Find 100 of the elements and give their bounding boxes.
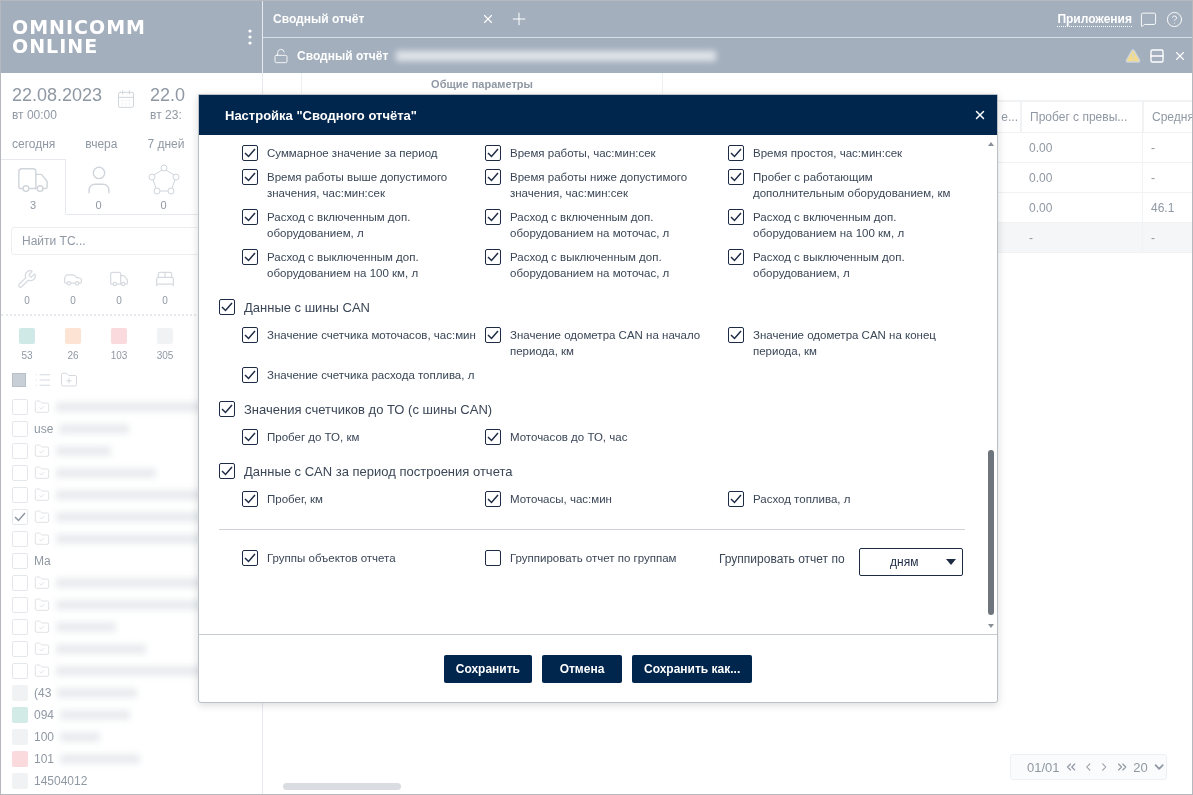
option-label[interactable]: Расход с выключенным доп. оборудованием, л bbox=[753, 249, 958, 281]
checkbox[interactable] bbox=[242, 209, 258, 225]
help-icon[interactable] bbox=[1166, 10, 1183, 28]
list-icon[interactable] bbox=[34, 371, 52, 389]
option-label[interactable]: Пробег с работающим дополнительным оборудованием, км bbox=[753, 169, 958, 201]
wrench-icon bbox=[17, 269, 37, 289]
checkbox[interactable] bbox=[242, 145, 258, 161]
folder-icon bbox=[34, 443, 50, 459]
checkbox[interactable] bbox=[485, 429, 501, 445]
group-label[interactable]: Данные с CAN за период построения отчета bbox=[244, 463, 513, 479]
color-swatch[interactable] bbox=[111, 328, 127, 344]
folder-icon bbox=[34, 465, 50, 481]
checkbox[interactable] bbox=[485, 209, 501, 225]
checkbox[interactable] bbox=[728, 491, 744, 507]
option-label[interactable]: Группировать отчет по группам bbox=[510, 550, 719, 566]
folder-icon bbox=[34, 641, 50, 657]
group-label[interactable]: Значения счетчиков до ТО (с шины CAN) bbox=[244, 401, 493, 417]
checkbox[interactable] bbox=[485, 550, 501, 566]
option-label[interactable]: Время работы выше допустимого значения, час:мин:сек bbox=[267, 169, 485, 201]
dialog-button[interactable]: Сохранить bbox=[443, 654, 532, 683]
table-cell: - bbox=[1021, 223, 1143, 253]
option-label[interactable]: Значение счетчика моточасов, час:мин bbox=[267, 327, 485, 343]
checkbox[interactable] bbox=[242, 550, 258, 566]
option-label[interactable]: Пробег до ТО, км bbox=[267, 429, 485, 445]
checkbox[interactable] bbox=[219, 463, 235, 479]
checkbox[interactable] bbox=[242, 491, 258, 507]
color-swatch[interactable] bbox=[65, 328, 81, 344]
dialog-button[interactable]: Отмена bbox=[542, 654, 622, 683]
option-label[interactable]: Расход с включенным доп. оборудованием на 100 км, л bbox=[753, 209, 958, 241]
group-by-label: Группировать отчет по bbox=[719, 551, 846, 566]
checkbox[interactable] bbox=[485, 145, 501, 161]
option-label[interactable]: Расход с включенным доп. оборудованием, л bbox=[267, 209, 485, 241]
option-label[interactable]: Время работы ниже допустимого значения, час:мин:сек bbox=[510, 169, 728, 201]
folder-icon bbox=[34, 399, 50, 415]
checkbox[interactable] bbox=[728, 249, 744, 265]
more-icon[interactable] bbox=[248, 29, 252, 45]
report-title: Сводный отчёт bbox=[297, 48, 389, 63]
checkbox[interactable] bbox=[485, 169, 501, 185]
option-label[interactable]: Расход с выключенным доп. оборудованием на моточас, л bbox=[510, 249, 728, 281]
option-label[interactable]: Моточасов до ТО, час bbox=[510, 429, 728, 445]
dialog-button[interactable]: Сохранить как... bbox=[632, 654, 753, 683]
option-label[interactable]: Расход с включенным доп. оборудованием на моточас, л bbox=[510, 209, 728, 241]
table-cell: 0.00 bbox=[1021, 193, 1143, 223]
checkbox[interactable] bbox=[728, 327, 744, 343]
option-label[interactable]: Расход топлива, л bbox=[753, 491, 958, 507]
option-label[interactable]: Время работы, час:мин:сек bbox=[510, 145, 728, 161]
close-icon[interactable] bbox=[973, 108, 987, 122]
checkbox[interactable] bbox=[219, 401, 235, 417]
checkbox[interactable] bbox=[242, 367, 258, 383]
checkbox[interactable] bbox=[242, 429, 258, 445]
option-label[interactable]: Время простоя, час:мин:сек bbox=[753, 145, 958, 161]
status-count: 0 bbox=[70, 295, 76, 306]
folder-icon bbox=[34, 619, 50, 635]
node-ring-icon bbox=[146, 162, 181, 197]
tab-count: 3 bbox=[29, 199, 37, 211]
folder-icon bbox=[34, 487, 50, 503]
status-count: 0 bbox=[162, 295, 168, 306]
checkbox[interactable] bbox=[485, 249, 501, 265]
option-label[interactable]: Значение одометра CAN на начало периода, км bbox=[510, 327, 728, 359]
warning-icon[interactable] bbox=[1125, 47, 1141, 64]
select-all-checkbox[interactable] bbox=[12, 373, 26, 387]
option-label[interactable]: Группы объектов отчета bbox=[267, 550, 485, 566]
unlock-icon[interactable] bbox=[273, 47, 289, 64]
table-cell: 0.00 bbox=[1021, 163, 1143, 193]
logo: OMNICOMM ONLINE bbox=[12, 18, 146, 56]
time-to: вт 23: bbox=[150, 108, 183, 122]
folder-icon bbox=[34, 531, 50, 547]
status-count: 0 bbox=[116, 295, 122, 306]
option-label[interactable]: Суммарное значение за период bbox=[267, 145, 485, 161]
scrollbar[interactable] bbox=[283, 783, 401, 790]
checkbox[interactable] bbox=[242, 327, 258, 343]
checkbox[interactable] bbox=[485, 491, 501, 507]
color-swatch[interactable] bbox=[19, 328, 35, 344]
option-label[interactable]: Значение счетчика расхода топлива, л bbox=[267, 367, 485, 383]
option-label[interactable]: Расход с выключенным доп. оборудованием на 100 км, л bbox=[267, 249, 485, 281]
checkbox[interactable] bbox=[242, 249, 258, 265]
checkbox[interactable] bbox=[219, 299, 235, 315]
option-label[interactable]: Пробег, км bbox=[267, 491, 485, 507]
option-label[interactable]: Моточасы, час:мин bbox=[510, 491, 728, 507]
time-from: вт 00:00 bbox=[12, 108, 58, 122]
page-number: 01/01 bbox=[1027, 759, 1060, 775]
option-label[interactable]: Значение одометра CAN на конец периода, км bbox=[753, 327, 958, 359]
color-count: 305 bbox=[156, 350, 174, 361]
checkbox[interactable] bbox=[485, 327, 501, 343]
group-by-select[interactable]: дням bbox=[859, 548, 963, 576]
truck-icon bbox=[109, 269, 129, 289]
tab-count: 0 bbox=[160, 198, 167, 211]
checkbox[interactable] bbox=[728, 169, 744, 185]
color-count: 53 bbox=[21, 350, 33, 361]
checkbox[interactable] bbox=[242, 169, 258, 185]
group-label[interactable]: Данные с шины CAN bbox=[244, 299, 370, 315]
checkbox[interactable] bbox=[728, 145, 744, 161]
folder-icon bbox=[34, 509, 50, 525]
calendar-icon[interactable] bbox=[116, 89, 137, 109]
chat-icon[interactable] bbox=[1140, 10, 1157, 28]
status-count: 0 bbox=[24, 295, 30, 306]
folder-icon bbox=[34, 575, 50, 591]
folder-plus-icon[interactable] bbox=[60, 371, 78, 389]
checkbox[interactable] bbox=[728, 209, 744, 225]
split-view-icon[interactable] bbox=[1149, 47, 1165, 64]
